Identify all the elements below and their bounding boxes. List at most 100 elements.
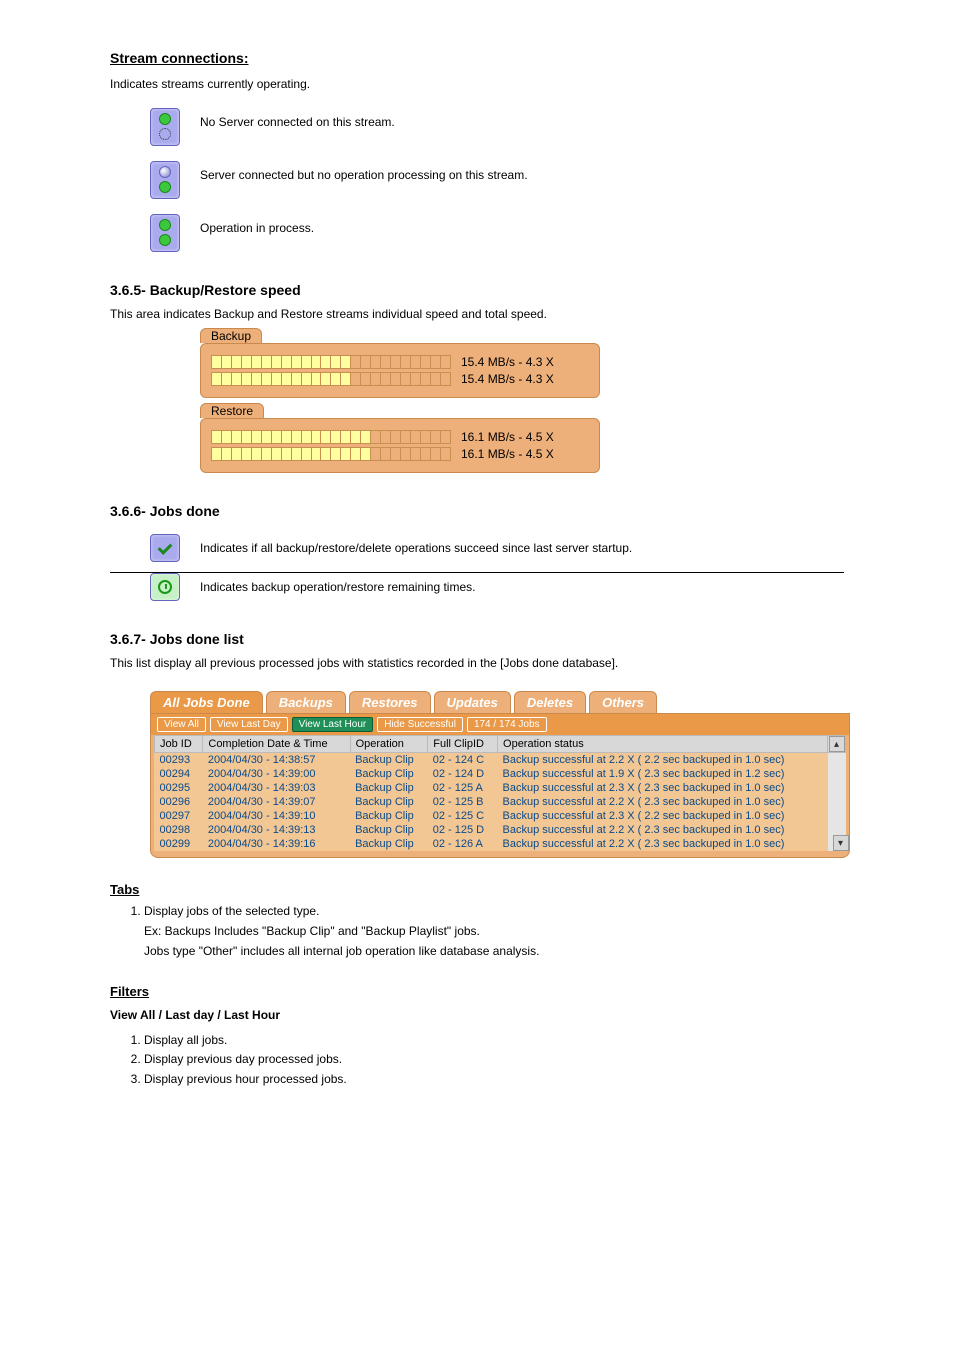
cell-status: Backup successful at 2.2 X ( 2.3 sec bac… bbox=[498, 823, 828, 837]
cell-dt: 2004/04/30 - 14:39:07 bbox=[203, 795, 350, 809]
cell-clip: 02 - 125 D bbox=[428, 823, 498, 837]
stream-state-text-0: No Server connected on this stream. bbox=[200, 108, 844, 131]
tabs-label: Tabs bbox=[110, 882, 844, 897]
cell-dt: 2004/04/30 - 14:39:13 bbox=[203, 823, 350, 837]
tab-restores[interactable]: Restores bbox=[349, 691, 431, 713]
filters-head: View All / Last day / Last Hour bbox=[110, 1007, 844, 1024]
cell-dt: 2004/04/30 - 14:38:57 bbox=[203, 753, 350, 768]
stream-connections-intro: Indicates streams currently operating. bbox=[110, 76, 844, 93]
filter-btn-2[interactable]: View Last Hour bbox=[292, 717, 374, 732]
filters-explain-0: Display all jobs. bbox=[144, 1032, 844, 1049]
table-row[interactable]: 002972004/04/30 - 14:39:10Backup Clip02 … bbox=[155, 809, 846, 823]
speed-meter bbox=[211, 447, 451, 461]
col-operation[interactable]: Operation bbox=[350, 736, 428, 753]
filter-btn-3[interactable]: Hide Successful bbox=[377, 717, 463, 732]
stream-state-text-2: Operation in process. bbox=[200, 214, 844, 237]
cell-op: Backup Clip bbox=[350, 823, 428, 837]
cell-op: Backup Clip bbox=[350, 781, 428, 795]
col-completion-date-time[interactable]: Completion Date & Time bbox=[203, 736, 350, 753]
heading-jobs-done: 3.6.6- Jobs done bbox=[110, 503, 844, 519]
tabs-explain-1: Ex: Backups Includes "Backup Clip" and "… bbox=[144, 923, 844, 940]
filters-label: Filters bbox=[110, 984, 844, 999]
speed-meter bbox=[211, 355, 451, 369]
stream-connections-title: Stream connections: bbox=[110, 50, 844, 66]
col-job-id[interactable]: Job ID bbox=[155, 736, 203, 753]
table-row[interactable]: 002952004/04/30 - 14:39:03Backup Clip02 … bbox=[155, 781, 846, 795]
jobs-success-text: Indicates if all backup/restore/delete o… bbox=[200, 534, 844, 557]
tab-backups[interactable]: Backups bbox=[266, 691, 346, 713]
table-row[interactable]: 002982004/04/30 - 14:39:13Backup Clip02 … bbox=[155, 823, 846, 837]
speed-value: 16.1 MB/s - 4.5 X bbox=[461, 447, 554, 461]
heading-jobs-done-list: 3.6.7- Jobs done list bbox=[110, 631, 844, 647]
table-row[interactable]: 002962004/04/30 - 14:39:07Backup Clip02 … bbox=[155, 795, 846, 809]
tab-others[interactable]: Others bbox=[589, 691, 657, 713]
jobs-remaining-icon bbox=[150, 573, 180, 601]
cell-status: Backup successful at 2.2 X ( 2.3 sec bac… bbox=[498, 837, 828, 851]
cell-status: Backup successful at 2.2 X ( 2.2 sec bac… bbox=[498, 753, 828, 768]
cell-op: Backup Clip bbox=[350, 837, 428, 851]
stream-state-icon-connected-working bbox=[150, 214, 180, 252]
jobs-tabs: All Jobs DoneBackupsRestoresUpdatesDelet… bbox=[150, 691, 850, 713]
jobs-done-table: Job IDCompletion Date & TimeOperationFul… bbox=[154, 735, 846, 851]
scroll-down-icon[interactable]: ▾ bbox=[833, 835, 849, 851]
tab-deletes[interactable]: Deletes bbox=[514, 691, 586, 713]
cell-dt: 2004/04/30 - 14:39:16 bbox=[203, 837, 350, 851]
scrollbar-track[interactable]: ▾ bbox=[828, 753, 846, 852]
speed-meter bbox=[211, 430, 451, 444]
cell-op: Backup Clip bbox=[350, 767, 428, 781]
filter-btn-1[interactable]: View Last Day bbox=[210, 717, 288, 732]
cell-id: 00299 bbox=[155, 837, 203, 851]
col-operation-status[interactable]: Operation status bbox=[498, 736, 828, 753]
scroll-up-icon[interactable]: ▴ bbox=[829, 736, 845, 752]
cell-status: Backup successful at 2.2 X ( 2.3 sec bac… bbox=[498, 795, 828, 809]
jobs-success-icon bbox=[150, 534, 180, 562]
speed-text: This area indicates Backup and Restore s… bbox=[110, 306, 844, 323]
cell-status: Backup successful at 2.3 X ( 2.2 sec bac… bbox=[498, 809, 828, 823]
cell-clip: 02 - 125 A bbox=[428, 781, 498, 795]
cell-id: 00294 bbox=[155, 767, 203, 781]
scrollbar-header: ▴ bbox=[828, 736, 846, 753]
cell-clip: 02 - 126 A bbox=[428, 837, 498, 851]
cell-clip: 02 - 124 C bbox=[428, 753, 498, 768]
col-full-clipid[interactable]: Full ClipID bbox=[428, 736, 498, 753]
speed-panel-backup: Backup15.4 MB/s - 4.3 X15.4 MB/s - 4.3 X bbox=[200, 343, 600, 398]
cell-id: 00295 bbox=[155, 781, 203, 795]
cell-status: Backup successful at 2.3 X ( 2.3 sec bac… bbox=[498, 781, 828, 795]
cell-clip: 02 - 124 D bbox=[428, 767, 498, 781]
speed-value: 16.1 MB/s - 4.5 X bbox=[461, 430, 554, 444]
filters-explain-2: Display previous hour processed jobs. bbox=[144, 1071, 844, 1088]
speed-panel-label: Restore bbox=[200, 403, 264, 418]
speed-meter bbox=[211, 372, 451, 386]
tabs-explain-0: Display jobs of the selected type. bbox=[144, 903, 844, 920]
cell-op: Backup Clip bbox=[350, 809, 428, 823]
table-row[interactable]: 002992004/04/30 - 14:39:16Backup Clip02 … bbox=[155, 837, 846, 851]
jobs-filter-bar: View All View Last Day View Last HourHide … bbox=[150, 713, 850, 735]
filter-btn-4: 174 / 174 Jobs bbox=[467, 717, 547, 732]
stream-state-icon-disconnected bbox=[150, 108, 180, 146]
heading-backup-restore-speed: 3.6.5- Backup/Restore speed bbox=[110, 282, 844, 298]
cell-status: Backup successful at 1.9 X ( 2.3 sec bac… bbox=[498, 767, 828, 781]
cell-id: 00298 bbox=[155, 823, 203, 837]
speed-value: 15.4 MB/s - 4.3 X bbox=[461, 355, 554, 369]
cell-clip: 02 - 125 C bbox=[428, 809, 498, 823]
filters-explain-1: Display previous day processed jobs. bbox=[144, 1051, 844, 1068]
speed-panel-restore: Restore16.1 MB/s - 4.5 X16.1 MB/s - 4.5 … bbox=[200, 418, 600, 473]
cell-dt: 2004/04/30 - 14:39:00 bbox=[203, 767, 350, 781]
tab-updates[interactable]: Updates bbox=[434, 691, 511, 713]
cell-dt: 2004/04/30 - 14:39:03 bbox=[203, 781, 350, 795]
tabs-explain-list: Display jobs of the selected type. Ex: B… bbox=[110, 903, 844, 959]
cell-op: Backup Clip bbox=[350, 795, 428, 809]
speed-panel-label: Backup bbox=[200, 328, 262, 343]
table-row[interactable]: 002932004/04/30 - 14:38:57Backup Clip02 … bbox=[155, 753, 846, 768]
cell-id: 00293 bbox=[155, 753, 203, 768]
jobs-remaining-text: Indicates backup operation/restore remai… bbox=[200, 573, 844, 596]
cell-id: 00296 bbox=[155, 795, 203, 809]
cell-dt: 2004/04/30 - 14:39:10 bbox=[203, 809, 350, 823]
cell-op: Backup Clip bbox=[350, 753, 428, 768]
filter-btn-0[interactable]: View All bbox=[157, 717, 206, 732]
tab-all-jobs-done[interactable]: All Jobs Done bbox=[150, 691, 263, 713]
table-row[interactable]: 002942004/04/30 - 14:39:00Backup Clip02 … bbox=[155, 767, 846, 781]
filters-explain-list: Display all jobs. Display previous day p… bbox=[110, 1032, 844, 1088]
jobs-list-text: This list display all previous processed… bbox=[110, 655, 844, 672]
speed-value: 15.4 MB/s - 4.3 X bbox=[461, 372, 554, 386]
